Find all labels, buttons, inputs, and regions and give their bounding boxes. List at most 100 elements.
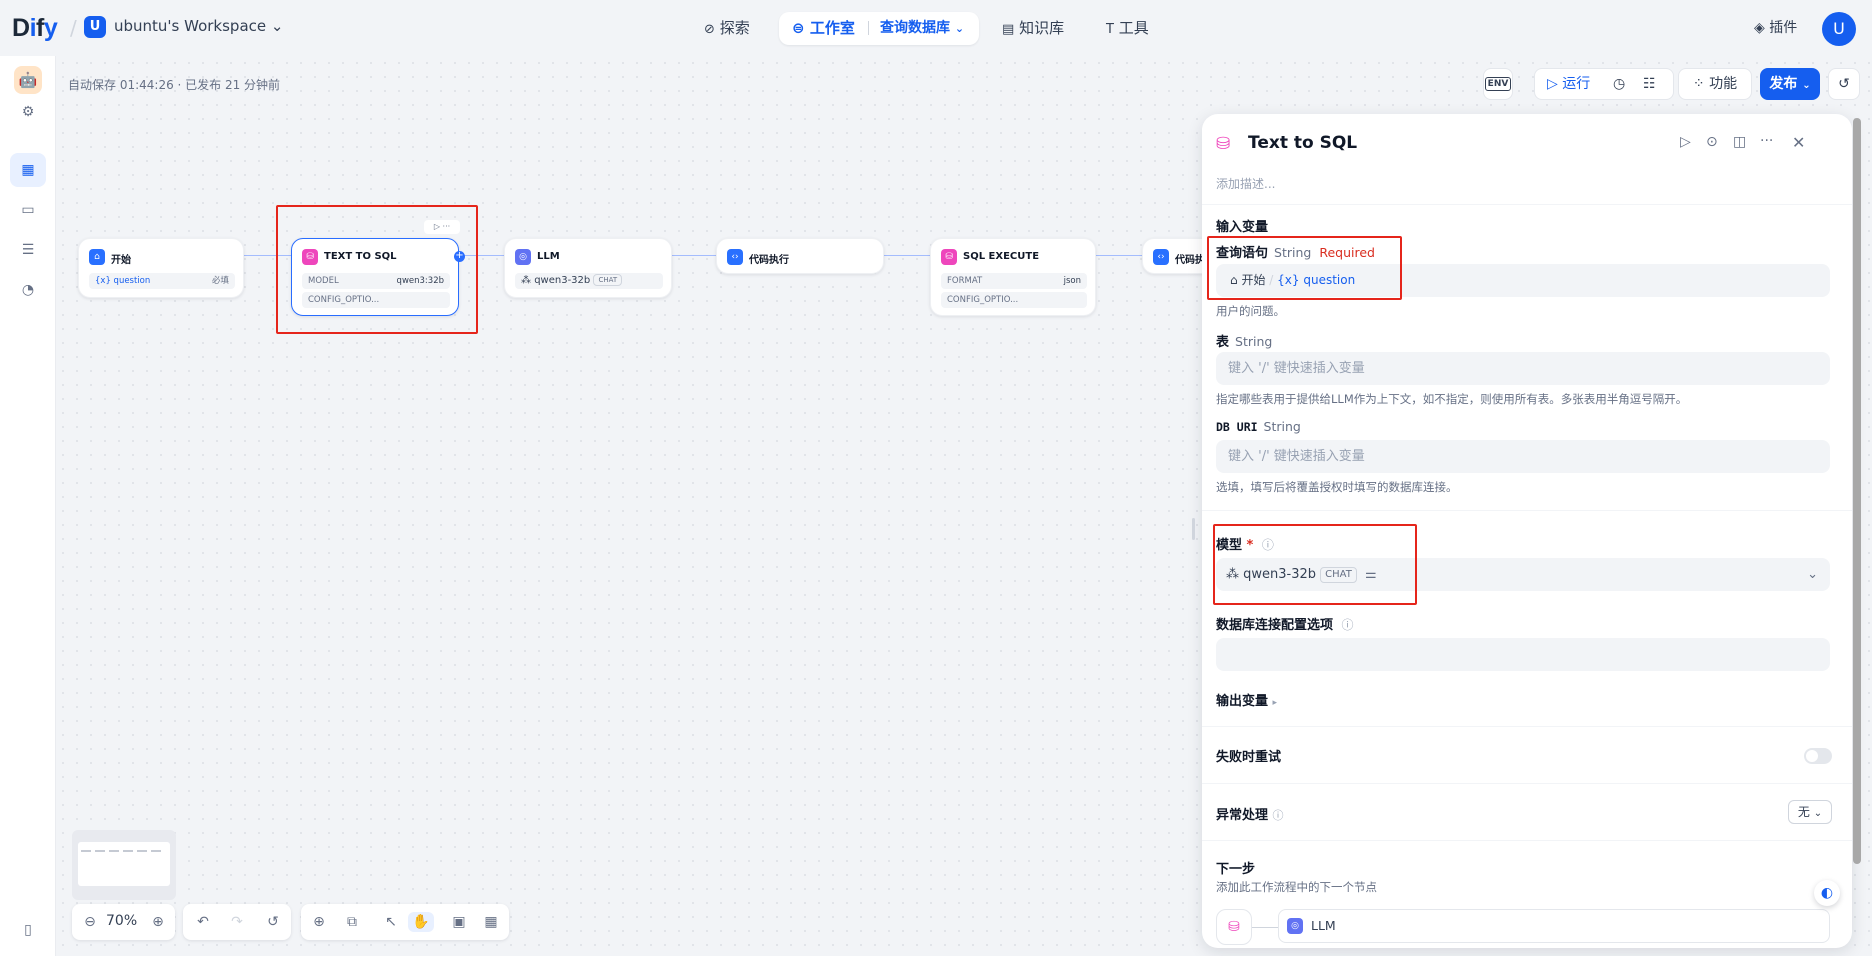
- node-sql-execute[interactable]: ⛁ SQL EXECUTE FORMAT json CONFIG_OPTIO...: [930, 238, 1096, 316]
- db-config-input[interactable]: [1216, 638, 1830, 671]
- checklist-icon[interactable]: ◷: [1613, 69, 1625, 99]
- db-config-label-row: 数据库连接配置选项 ⓘ: [1216, 618, 1354, 633]
- llm-icon: ◎: [1287, 918, 1303, 934]
- history-icon: ↺: [1838, 76, 1850, 92]
- pointer-icon[interactable]: ↖: [381, 912, 401, 932]
- edge-start-text2sql: [244, 255, 292, 256]
- code-icon: ‹›: [1153, 249, 1169, 265]
- sidebar-item-orchestrate[interactable]: ▦: [10, 153, 46, 187]
- add-node-icon[interactable]: ⊕: [309, 912, 329, 932]
- add-next-node-icon[interactable]: +: [454, 251, 465, 262]
- workspace-switcher[interactable]: ubuntu's Workspace ⌄: [114, 17, 283, 35]
- publish-button[interactable]: 发布 ⌄: [1760, 68, 1820, 100]
- llm-icon: ◎: [515, 249, 531, 265]
- split-view-icon[interactable]: ◫: [1733, 134, 1746, 150]
- run-button[interactable]: ▷ 运行: [1547, 69, 1590, 99]
- var-source-chip: ⌂ 开始 / {x} question: [1230, 273, 1356, 287]
- minimap[interactable]: [72, 830, 176, 900]
- app-icon[interactable]: 🤖: [14, 66, 42, 94]
- zoom-controls: ⊖ 70% ⊕: [72, 904, 175, 940]
- node-title: 开始: [111, 255, 131, 266]
- node-title: 代码执: [1175, 255, 1205, 266]
- nav-knowledge[interactable]: ▤ 知识库: [1002, 14, 1064, 42]
- node-row-format: FORMAT json: [941, 273, 1087, 289]
- nav-studio[interactable]: ⊜ 工作室: [792, 14, 855, 42]
- nav-explore[interactable]: ⊘ 探索: [704, 14, 750, 42]
- zoom-out-icon[interactable]: ⊖: [80, 912, 100, 932]
- help-icon[interactable]: ⊙: [1706, 134, 1718, 150]
- model-selector[interactable]: ⁂ qwen3-32b CHAT ⚌ ⌄: [1216, 558, 1830, 591]
- add-note-icon[interactable]: ⧉: [342, 912, 362, 932]
- retry-toggle[interactable]: [1804, 748, 1832, 764]
- model-provider-icon: ⁂: [1226, 567, 1239, 582]
- table-input[interactable]: 键入 '/' 键快速插入变量: [1216, 352, 1830, 385]
- edge-sqlexec-code2: [1096, 255, 1142, 256]
- chevron-down-icon: ⌄: [1807, 567, 1818, 582]
- env-button[interactable]: ENV: [1483, 68, 1513, 100]
- node-start[interactable]: ⌂ 开始 {x} question 必填: [78, 238, 244, 298]
- node-row-config: CONFIG_OPTIO...: [941, 292, 1087, 308]
- node-text-to-sql[interactable]: ⛁ TEXT TO SQL MODEL qwen3:32b CONFIG_OPTI…: [291, 238, 465, 316]
- user-avatar[interactable]: U: [1822, 12, 1856, 46]
- hand-icon[interactable]: ✋: [408, 912, 434, 932]
- close-icon[interactable]: ✕: [1792, 133, 1805, 152]
- terminal-icon[interactable]: ▭: [16, 198, 40, 222]
- db-uri-label-row: DB URI String: [1216, 419, 1301, 434]
- table-hint: 指定哪些表用于提供给LLM作为上下文，如不指定，则使用所有表。多张表用半角逗号隔…: [1216, 392, 1688, 406]
- workspace-avatar[interactable]: U: [84, 16, 106, 38]
- chevron-down-icon: ⌄: [954, 22, 965, 35]
- more-icon: ···: [442, 222, 451, 231]
- node-code[interactable]: ‹› 代码执行: [716, 238, 884, 274]
- output-vars-toggle[interactable]: 输出变量 ▸: [1216, 690, 1277, 709]
- dashboard-icon[interactable]: ◔: [16, 278, 40, 302]
- organize-icon[interactable]: ▦: [481, 912, 501, 932]
- error-handling-select[interactable]: 无 ⌄: [1788, 800, 1832, 824]
- panel-resize-handle[interactable]: [1192, 518, 1195, 540]
- dify-logo[interactable]: Dify: [12, 14, 58, 43]
- node-title: TEXT TO SQL: [324, 251, 397, 262]
- plugins-button[interactable]: ◈ 插件: [1754, 14, 1797, 42]
- export-image-icon[interactable]: ▣: [449, 912, 469, 932]
- app-selector[interactable]: 查询数据库 ⌄: [880, 14, 964, 42]
- edge-llm-code: [672, 255, 716, 256]
- redo-icon[interactable]: ↷: [227, 912, 247, 932]
- settings-sliders-icon[interactable]: ⚙: [16, 100, 40, 124]
- next-node-llm[interactable]: ◎ LLM: [1278, 909, 1830, 943]
- compass-icon: ⊘: [704, 22, 715, 37]
- home-icon: ⌂: [89, 249, 105, 265]
- autosave-status: 自动保存 01:44:26 · 已发布 21 分钟前: [68, 78, 281, 92]
- zoom-in-icon[interactable]: ⊕: [148, 912, 168, 932]
- layout-icon: ▦: [21, 162, 35, 178]
- zoom-level[interactable]: 70%: [106, 913, 137, 929]
- run-toolbar: ▷ 运行 ◷ ☷: [1534, 68, 1674, 100]
- undo-icon[interactable]: ↶: [193, 912, 213, 932]
- table-label-row: 表 String: [1216, 334, 1273, 350]
- node-llm[interactable]: ◎ LLM ⁂ qwen3-32b CHAT: [504, 238, 672, 298]
- node-actions[interactable]: ▷ ···: [424, 220, 460, 234]
- query-var-selector[interactable]: ⌂ 开始 / {x} question: [1216, 264, 1830, 297]
- database-icon: ⛁: [941, 249, 957, 265]
- next-step-hint: 添加此工作流程中的下一个节点: [1216, 880, 1377, 894]
- help-icon[interactable]: ⓘ: [1262, 538, 1274, 552]
- history-icon[interactable]: ↺: [263, 912, 283, 932]
- panel-title[interactable]: Text to SQL: [1248, 133, 1357, 153]
- panel-scrollbar[interactable]: [1853, 118, 1861, 864]
- assistant-icon[interactable]: ◐: [1814, 880, 1840, 906]
- db-uri-input[interactable]: 键入 '/' 键快速插入变量: [1216, 440, 1830, 473]
- features-button[interactable]: ⁘ 功能: [1678, 68, 1752, 100]
- more-icon[interactable]: ···: [1760, 133, 1773, 149]
- nav-tools[interactable]: T 工具: [1106, 14, 1149, 42]
- history-list-icon[interactable]: ☷: [1643, 69, 1656, 99]
- logs-icon[interactable]: ☰: [16, 238, 40, 262]
- run-node-icon[interactable]: ▷: [1680, 134, 1691, 150]
- help-icon[interactable]: ⓘ: [1342, 618, 1354, 632]
- model-label-row: 模型 * ⓘ: [1216, 538, 1274, 553]
- version-history-button[interactable]: ↺: [1828, 68, 1860, 100]
- hammer-icon: T: [1106, 22, 1114, 37]
- canvas-tools: ⊕ ⧉ ↖ ✋ ▣ ▦: [301, 904, 509, 940]
- workspace-name: ubuntu's Workspace: [114, 17, 267, 35]
- model-params-icon[interactable]: ⚌: [1365, 567, 1377, 582]
- description-input[interactable]: 添加描述...: [1216, 175, 1275, 192]
- help-icon[interactable]: ⓘ: [1273, 809, 1284, 822]
- sidebar-toggle-icon[interactable]: ▯: [16, 918, 40, 942]
